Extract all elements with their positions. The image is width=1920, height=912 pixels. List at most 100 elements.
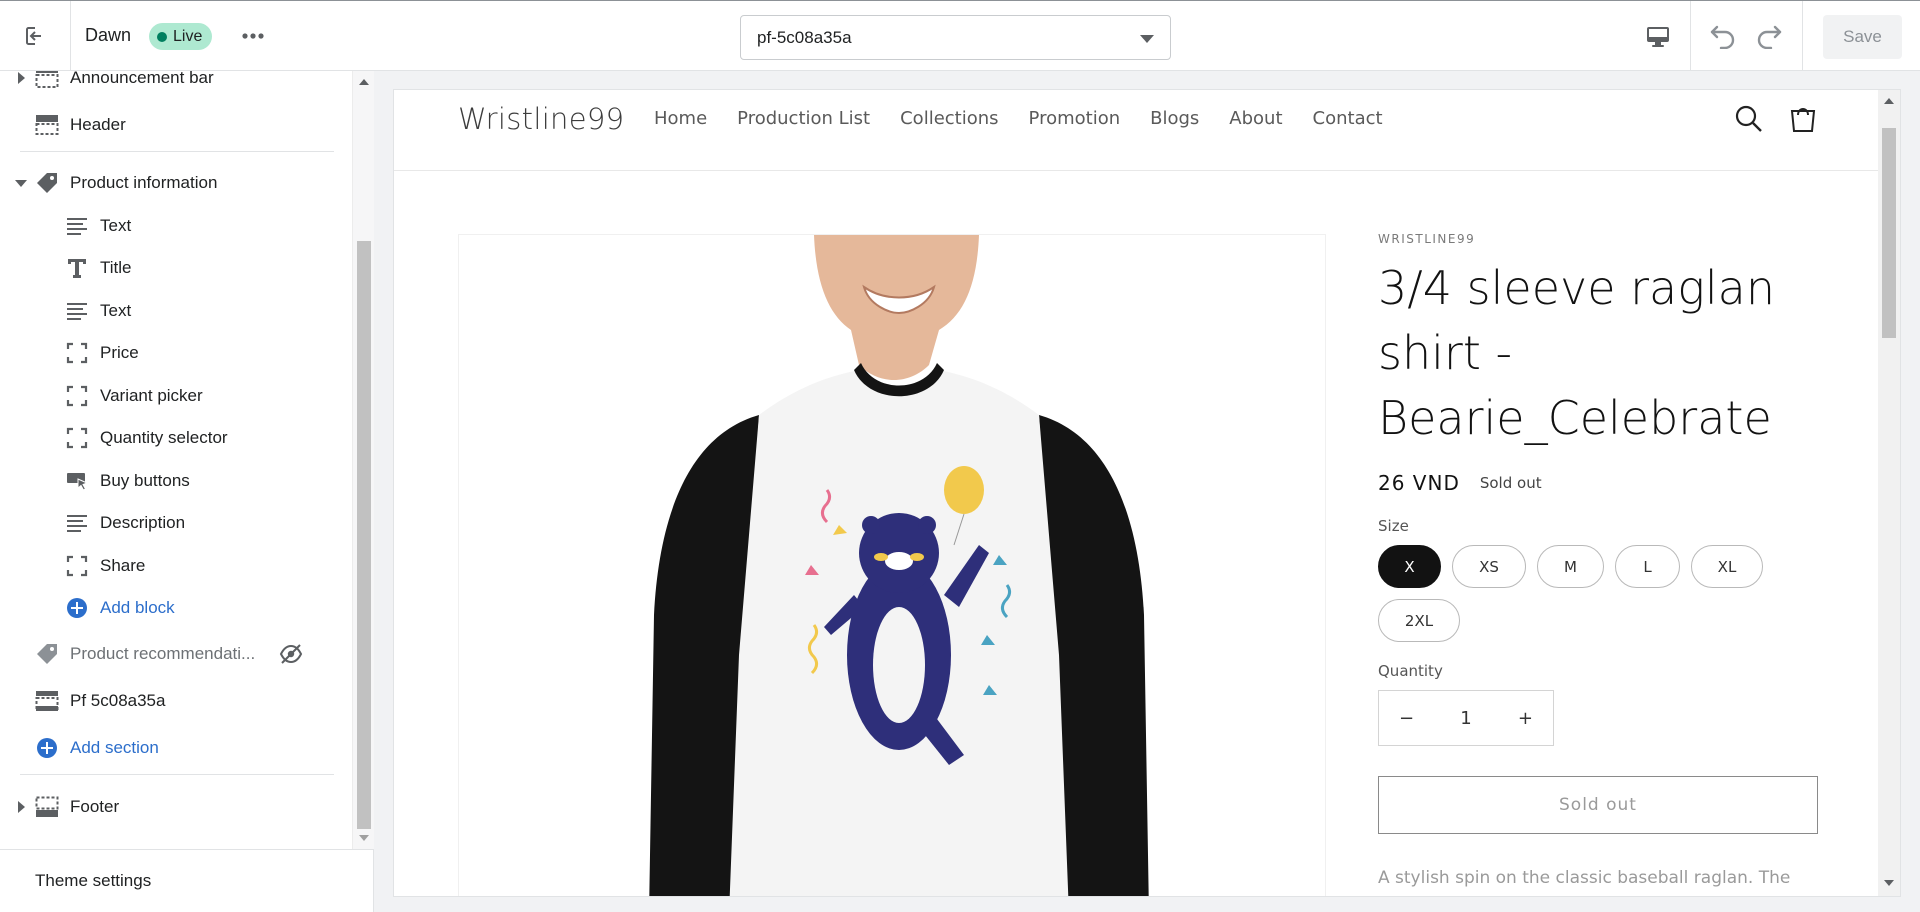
footer-icon — [35, 795, 59, 819]
block-item-description[interactable]: Description — [0, 503, 352, 543]
scroll-down-arrow-icon[interactable] — [359, 835, 369, 841]
buy-buttons-icon — [65, 469, 89, 493]
chevron-down-icon[interactable] — [15, 180, 27, 187]
text-lines-icon — [65, 511, 89, 535]
block-dashed-icon — [65, 384, 89, 408]
scrollbar-thumb[interactable] — [357, 241, 371, 829]
sidebar-item-footer[interactable]: Footer — [0, 787, 352, 827]
sidebar-item-product-information[interactable]: Product information — [0, 163, 352, 203]
size-label: Size — [1378, 517, 1409, 535]
quantity-increase-button[interactable]: + — [1518, 708, 1533, 729]
nav-link-production-list[interactable]: Production List — [737, 108, 870, 129]
ellipsis-icon — [242, 33, 264, 39]
desktop-preview-button[interactable] — [1639, 21, 1677, 53]
sold-out-button[interactable]: Sold out — [1378, 776, 1818, 834]
store-header: Wristline99 Home Production List Collect… — [394, 90, 1878, 171]
chevron-right-icon[interactable] — [18, 801, 25, 813]
quantity-input[interactable]: 1 — [1460, 708, 1471, 729]
block-item-quantity-selector[interactable]: Quantity selector — [0, 418, 352, 458]
block-item-buy-buttons[interactable]: Buy buttons — [0, 461, 352, 501]
nav-link-home[interactable]: Home — [654, 108, 707, 129]
block-item-share[interactable]: Share — [0, 546, 352, 586]
nav-link-contact[interactable]: Contact — [1313, 108, 1383, 129]
sidebar-scrollbar[interactable] — [352, 71, 374, 849]
quantity-decrease-button[interactable]: − — [1399, 708, 1414, 729]
title-t-icon — [65, 256, 89, 280]
scroll-up-arrow-icon[interactable] — [1884, 98, 1894, 104]
section-icon — [35, 71, 59, 90]
redo-button[interactable] — [1752, 19, 1786, 53]
scroll-up-arrow-icon[interactable] — [359, 79, 369, 85]
size-option-xl[interactable]: XL — [1691, 545, 1763, 588]
block-item-text[interactable]: Text — [0, 206, 352, 246]
nav-link-blogs[interactable]: Blogs — [1150, 108, 1199, 129]
section-tree: Announcement bar Header Product informat… — [0, 71, 352, 849]
store-logo[interactable]: Wristline99 — [458, 102, 624, 136]
size-option-xs[interactable]: XS — [1452, 545, 1526, 588]
theme-settings-button[interactable]: Theme settings — [0, 849, 374, 912]
add-section-label: Add section — [70, 738, 159, 757]
quantity-label: Quantity — [1378, 662, 1443, 680]
exit-icon — [26, 27, 44, 45]
section-icon — [35, 689, 59, 713]
scroll-down-arrow-icon[interactable] — [1884, 880, 1894, 886]
product-vendor: WRISTLINE99 — [1378, 232, 1476, 246]
sidebar-item-label: Header — [70, 115, 126, 134]
sidebar-item-pf-5c08a35a[interactable]: Pf 5c08a35a — [0, 681, 352, 721]
template-select[interactable]: pf-5c08a35a — [740, 15, 1171, 60]
template-select-value: pf-5c08a35a — [757, 27, 852, 47]
product-title: 3/4 sleeve raglan shirt - Bearie_Celebra… — [1378, 261, 1775, 445]
block-item-title[interactable]: Title — [0, 248, 352, 288]
block-item-label: Share — [100, 556, 146, 575]
text-lines-icon — [65, 299, 89, 323]
size-option-2xl[interactable]: 2XL — [1378, 599, 1460, 642]
size-option-m[interactable]: M — [1537, 545, 1604, 588]
sidebar-item-product-recommendations[interactable]: Product recommendati... — [0, 634, 352, 674]
sidebar-item-label: Announcement bar — [70, 71, 214, 87]
more-actions-button[interactable] — [238, 21, 268, 51]
product-image[interactable] — [458, 234, 1326, 896]
sidebar-item-label: Product recommendati... — [70, 644, 256, 663]
block-item-label: Description — [100, 513, 186, 532]
exit-button[interactable] — [0, 1, 71, 71]
theme-settings-label: Theme settings — [35, 871, 152, 890]
block-dashed-icon — [65, 554, 89, 578]
block-item-price[interactable]: Price — [0, 333, 352, 373]
tag-icon — [35, 171, 59, 195]
scrollbar-thumb[interactable] — [1882, 128, 1896, 338]
search-icon[interactable] — [1734, 104, 1764, 134]
divider — [20, 774, 334, 775]
size-options: X XS M L XL 2XL — [1378, 545, 1838, 642]
block-item-label: Quantity selector — [100, 428, 228, 447]
product-price: 26 VND — [1378, 471, 1460, 495]
nav-link-about[interactable]: About — [1229, 108, 1282, 129]
undo-icon — [1710, 25, 1735, 49]
chevron-right-icon[interactable] — [18, 72, 25, 84]
plus-circle-icon — [35, 736, 59, 760]
add-block-button[interactable]: Add block — [0, 588, 352, 628]
divider — [20, 151, 334, 152]
block-item-variant-picker[interactable]: Variant picker — [0, 376, 352, 416]
live-dot-icon — [157, 31, 167, 42]
quantity-stepper: − 1 + — [1378, 690, 1554, 746]
size-option-l[interactable]: L — [1615, 545, 1680, 588]
live-badge: Live — [149, 23, 213, 50]
product-photo-shirt — [459, 235, 1325, 896]
sidebar-item-label: Product information — [70, 173, 218, 192]
add-section-button[interactable]: Add section — [0, 728, 352, 768]
sidebar-item-announcement-bar[interactable]: Announcement bar — [0, 71, 352, 98]
theme-name: Dawn — [85, 25, 132, 45]
cart-icon[interactable] — [1788, 102, 1818, 134]
size-option-x[interactable]: X — [1378, 545, 1441, 588]
save-button[interactable]: Save — [1823, 15, 1902, 59]
eye-hidden-icon[interactable] — [279, 642, 303, 666]
price-row: 26 VND Sold out — [1378, 471, 1838, 495]
undo-button[interactable] — [1706, 19, 1740, 53]
add-block-label: Add block — [100, 598, 175, 617]
block-item-text[interactable]: Text — [0, 291, 352, 331]
nav-link-collections[interactable]: Collections — [900, 108, 998, 129]
sidebar-item-header[interactable]: Header — [0, 105, 352, 145]
nav-link-promotion[interactable]: Promotion — [1029, 108, 1121, 129]
divider — [1690, 1, 1691, 71]
preview-scrollbar[interactable] — [1878, 90, 1900, 896]
